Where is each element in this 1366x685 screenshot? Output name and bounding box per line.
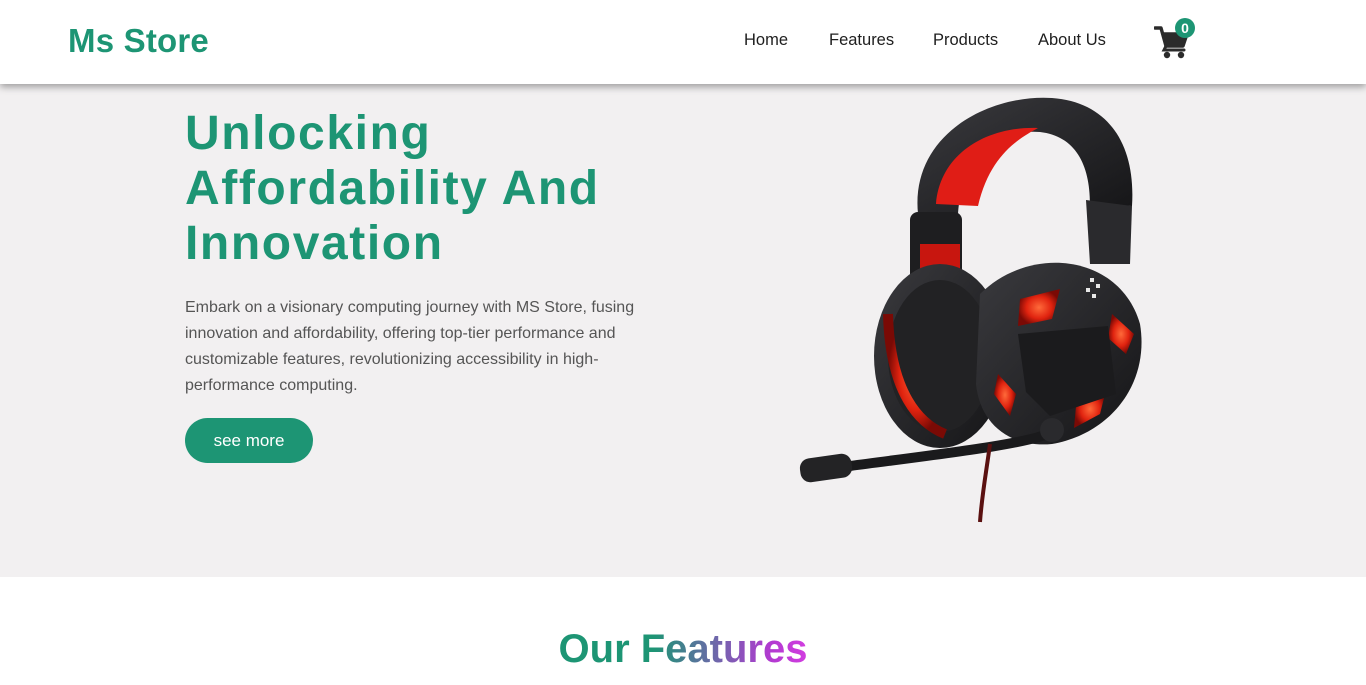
features-heading: Our Features	[0, 625, 1366, 673]
hero-title: Unlocking Affordability And Innovation	[185, 106, 705, 271]
hero-title-line: Affordability And	[185, 162, 600, 215]
hero-description: Embark on a visionary computing journey …	[185, 299, 635, 394]
cart-button[interactable]: 0	[1154, 18, 1198, 60]
nav-products[interactable]: Products	[933, 31, 998, 50]
nav-home[interactable]: Home	[744, 31, 788, 50]
see-more-button[interactable]: see more	[185, 418, 313, 463]
nav-features[interactable]: Features	[829, 31, 894, 50]
features-heading-text: Our Features	[558, 627, 808, 671]
gaming-headset-image	[799, 97, 1142, 523]
features-section: Our Features	[0, 577, 1366, 685]
hero-section: Unlocking Affordability And Innovation E…	[0, 84, 1366, 577]
cart-count-badge: 0	[1175, 18, 1195, 38]
nav-about-us[interactable]: About Us	[1038, 31, 1106, 50]
navbar: Ms Store Home Features Products About Us…	[0, 0, 1366, 84]
hero-title-line: Unlocking	[185, 107, 432, 160]
hero-title-line: Innovation	[185, 217, 444, 270]
